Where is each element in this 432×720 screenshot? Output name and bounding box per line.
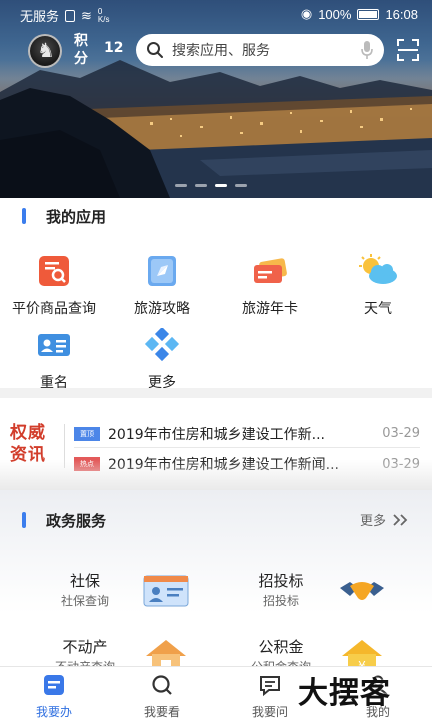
news-title: 2019年市住房和城乡建设工作新...: [108, 426, 325, 443]
price-search-icon: [39, 256, 69, 286]
carousel-dot[interactable]: [195, 184, 207, 187]
top-bar: 积分 12 搜索应用、服务: [0, 30, 432, 70]
app-label: 天气: [364, 301, 392, 317]
avatar[interactable]: [28, 34, 62, 68]
network-speed: 0 K/s: [97, 6, 110, 24]
carousel-indicator: [175, 184, 247, 187]
microphone-icon[interactable]: [360, 40, 374, 60]
gov-services-title: 政务服务: [46, 512, 107, 530]
news-item[interactable]: 置顶 2019年市住房和城乡建设工作新... 03-29: [74, 420, 420, 448]
app-label: 旅游攻略: [134, 301, 190, 317]
service-name: 公积金: [258, 638, 304, 656]
eye-icon: ◉: [300, 6, 313, 21]
clock: 16:08: [385, 6, 418, 22]
skyline-decoration: [0, 460, 432, 490]
service-social-security[interactable]: 社保 社保查询: [40, 570, 240, 626]
section-divider: [0, 388, 432, 398]
travel-card-icon: [254, 258, 287, 283]
app-name-check[interactable]: 重名: [0, 322, 108, 391]
more-link[interactable]: 更多: [360, 510, 410, 529]
app-label: 平价商品查询: [12, 301, 96, 317]
my-apps-title: 我的应用: [46, 208, 107, 226]
search-input[interactable]: 搜索应用、服务: [136, 34, 384, 66]
section-accent-bar: [22, 512, 26, 528]
service-name: 招投标: [258, 572, 304, 590]
more-label: 更多: [359, 514, 386, 529]
carrier-text: 无服务: [20, 9, 60, 24]
points-label[interactable]: 积分: [74, 32, 90, 68]
news-date: 03-29: [382, 426, 420, 441]
section-accent-bar: [22, 208, 26, 224]
chat-bubble-icon: [260, 676, 280, 697]
carousel-dot[interactable]: [175, 184, 187, 187]
service-subtitle: 社保查询: [60, 594, 109, 608]
scan-icon[interactable]: [396, 38, 420, 62]
handshake-icon: [340, 582, 384, 600]
tab-view[interactable]: 我要看: [108, 667, 216, 720]
service-name: 不动产: [62, 638, 108, 656]
app-weather[interactable]: 天气: [324, 248, 432, 317]
wifi-icon: ≋: [81, 7, 92, 23]
sim-icon: [65, 9, 76, 22]
search-placeholder: 搜索应用、服务: [172, 43, 270, 59]
tab-label: 我要看: [143, 705, 180, 719]
status-bar: 无服务 ≋ 0 K/s ◉ 100% 16:08: [0, 0, 432, 28]
service-subtitle: 招投标: [262, 594, 299, 608]
gov-services-section: 政务服务 更多 社保 社保查询 招投标 招投标 不动产 不动产查询: [0, 490, 432, 676]
carousel-dot-active[interactable]: [215, 184, 227, 187]
double-chevron-right-icon: [393, 513, 408, 526]
watermark-text: 大摆客: [298, 676, 391, 711]
carousel-dot[interactable]: [235, 184, 247, 187]
search-icon: [147, 42, 163, 58]
points-value[interactable]: 12: [104, 40, 123, 56]
app-label: 旅游年卡: [242, 301, 298, 317]
service-name: 社保: [69, 572, 100, 590]
battery-icon: [357, 8, 380, 20]
app-travel-guide[interactable]: 旅游攻略: [108, 248, 216, 317]
news-tag-pinned: 置顶: [74, 426, 100, 441]
battery-percent: 100%: [318, 6, 352, 22]
tab-handle[interactable]: 我要办: [0, 667, 108, 720]
hero-banner[interactable]: 无服务 ≋ 0K/s ◉ 100% 16:08 积分 12 搜索应用、服务: [0, 0, 432, 198]
news-ticker: 权威资讯 置顶 2019年市住房和城乡建设工作新... 03-29 热点 201…: [0, 398, 432, 490]
more-apps-icon: [144, 326, 180, 362]
app-more[interactable]: 更多: [108, 322, 216, 391]
weather-icon: [359, 254, 397, 284]
search-view-icon: [152, 675, 172, 695]
name-card-icon: [38, 334, 70, 356]
travel-guide-icon: [148, 256, 176, 286]
document-icon: [44, 675, 64, 695]
service-bidding[interactable]: 招投标 招投标: [236, 570, 432, 626]
tab-label: 我要办: [35, 705, 72, 719]
my-apps-header: 我的应用: [0, 198, 432, 234]
social-security-card-icon: [143, 575, 189, 607]
app-travel-card[interactable]: 旅游年卡: [216, 248, 324, 317]
app-price-query[interactable]: 平价商品查询: [0, 248, 108, 317]
